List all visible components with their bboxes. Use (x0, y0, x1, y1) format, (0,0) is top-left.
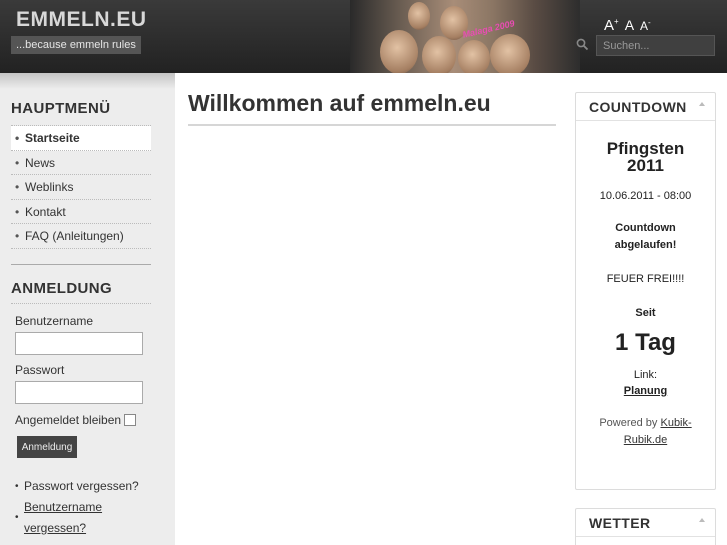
password-field[interactable] (15, 381, 143, 404)
remember-label: Angemeldet bleiben (15, 413, 122, 427)
countdown-status: Countdown abgelaufen! (614, 222, 677, 251)
powered-by: Powered by Kubik- Rubik.de (599, 417, 692, 446)
sidebar-separator (11, 264, 151, 265)
powered-by-link[interactable]: Kubik- (660, 417, 691, 429)
login-button[interactable]: Anmeldung (17, 436, 77, 458)
search-input[interactable] (596, 35, 715, 56)
main-menu: Startseite News Weblinks Kontakt FAQ (An… (11, 125, 151, 249)
countdown-title: COUNTDOWN (589, 99, 687, 115)
site-header: EMMELN.EU ...because emmeln rules Malaga… (0, 0, 727, 73)
password-label: Passwort (15, 363, 65, 377)
collapse-icon[interactable] (699, 102, 705, 106)
menu-item-weblinks[interactable]: Weblinks (11, 175, 151, 200)
username-label: Benutzername (15, 314, 94, 328)
menu-item-news[interactable]: News (11, 151, 151, 175)
countdown-event: Pfingsten 2011 (606, 139, 685, 175)
font-size-controls: A+ A A- (604, 17, 651, 34)
countdown-link-label: Link: (633, 369, 658, 381)
site-title[interactable]: EMMELN.EU (16, 8, 147, 32)
weather-title: WETTER (589, 515, 651, 531)
main-menu-title: HAUPTMENÜ (11, 100, 111, 117)
countdown-days: 1 Tag (615, 329, 676, 356)
collapse-icon[interactable] (699, 518, 705, 522)
forgot-password-link[interactable]: Passwort vergessen? (15, 476, 165, 497)
left-sidebar: HAUPTMENÜ Startseite News Weblinks Konta… (0, 73, 175, 545)
weather-module: WETTER (575, 508, 716, 545)
menu-item-startseite[interactable]: Startseite (11, 126, 151, 151)
site-slogan: ...because emmeln rules (11, 36, 141, 54)
countdown-message: FEUER FREI!!!! (606, 273, 685, 285)
countdown-since: Seit (635, 307, 656, 319)
font-smaller-button[interactable]: A- (640, 18, 651, 33)
login-links: Passwort vergessen? Benutzername vergess… (15, 476, 165, 539)
login-title: ANMELDUNG (11, 280, 113, 297)
menu-item-faq[interactable]: FAQ (Anleitungen) (11, 224, 151, 249)
countdown-header: COUNTDOWN (576, 93, 715, 121)
search-icon (576, 38, 589, 51)
font-reset-button[interactable]: A (625, 17, 634, 33)
page-title: Willkommen auf emmeln.eu (188, 90, 491, 116)
countdown-link[interactable]: Planung (576, 385, 715, 397)
forgot-username-link[interactable]: Benutzername vergessen? (15, 497, 165, 539)
weather-header: WETTER (576, 509, 715, 537)
title-underline (188, 124, 556, 126)
countdown-date: 10.06.2011 - 08:00 (599, 190, 692, 202)
remember-checkbox[interactable] (124, 414, 136, 426)
username-field[interactable] (15, 332, 143, 355)
countdown-module: COUNTDOWN Pfingsten 2011 10.06.2011 - 08:… (575, 92, 716, 490)
font-bigger-button[interactable]: A+ (604, 17, 619, 34)
menu-item-kontakt[interactable]: Kontakt (11, 200, 151, 224)
